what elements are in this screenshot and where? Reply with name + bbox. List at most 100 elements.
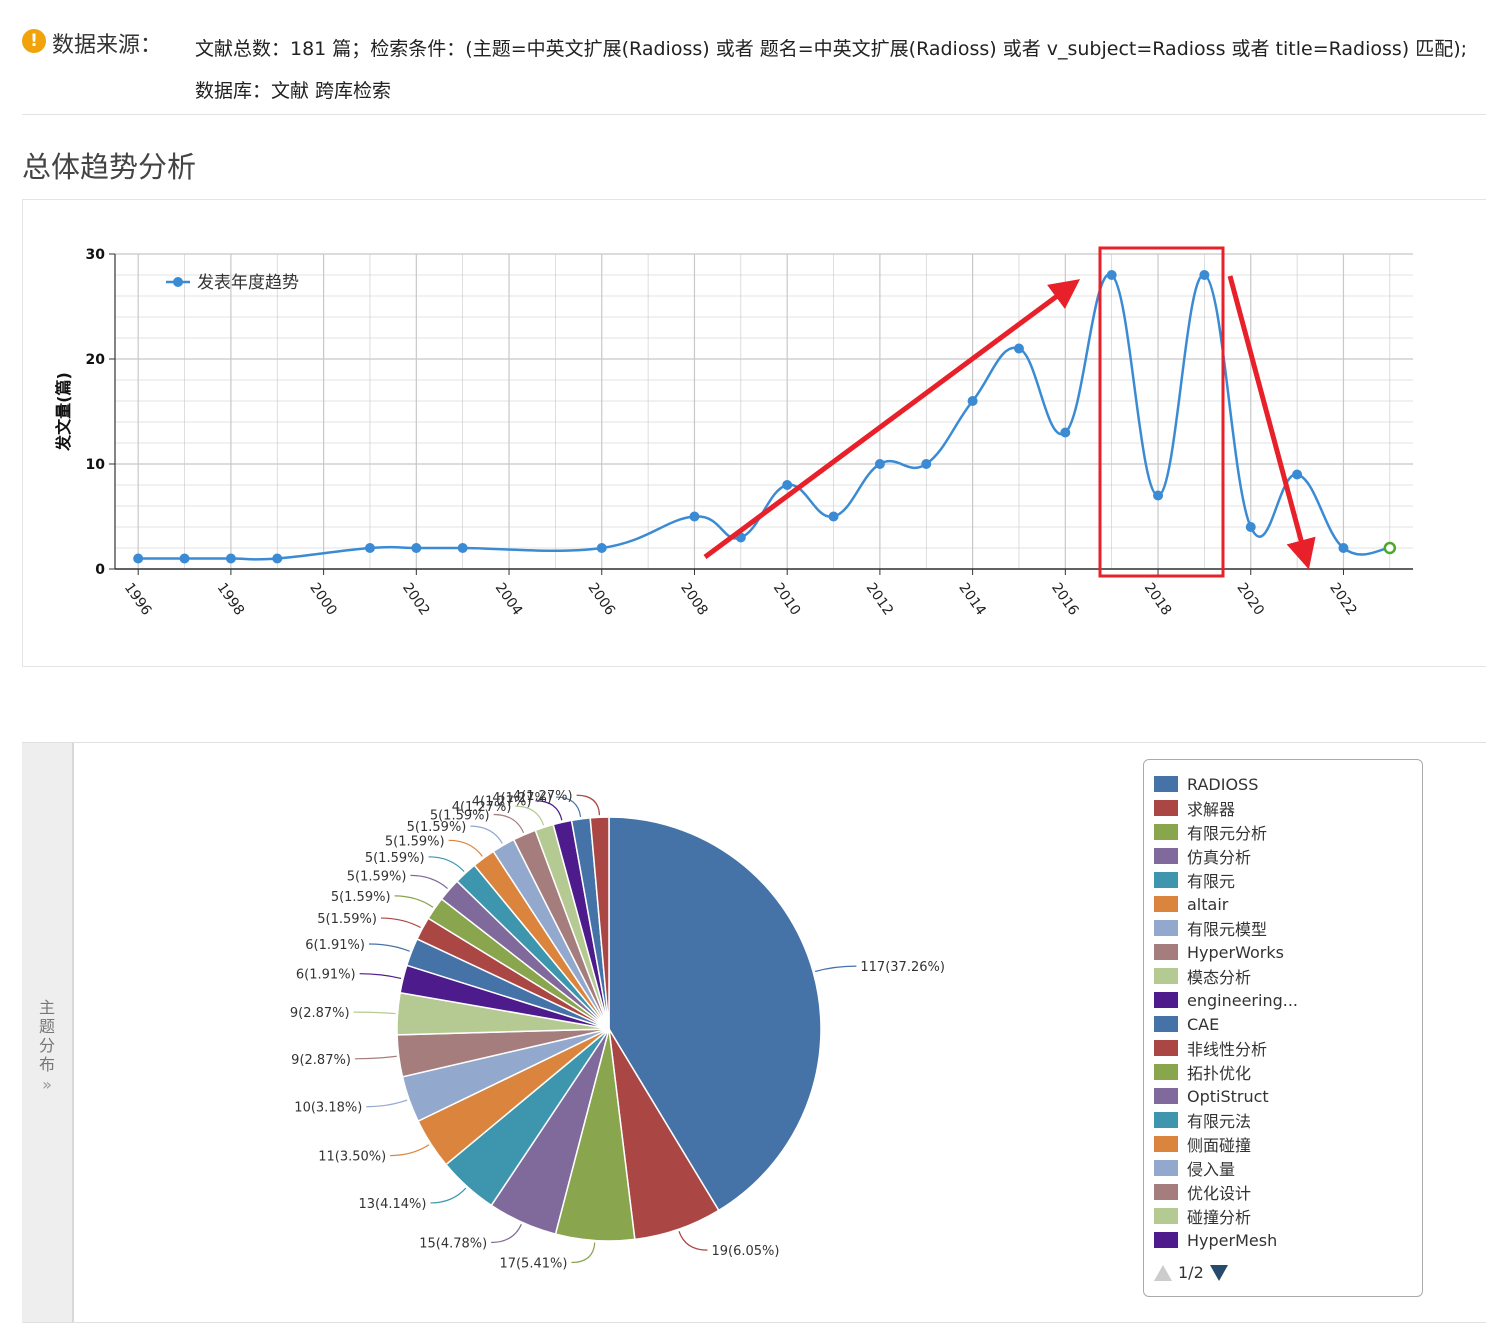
legend-item[interactable]: engineering... <box>1154 988 1416 1012</box>
data-point <box>225 553 236 564</box>
pie-connector <box>380 917 421 929</box>
pie-data-label: 6(1.91%) <box>296 968 356 983</box>
legend-item-label: HyperMesh <box>1187 1230 1278 1250</box>
pie-data-label: 117(37.26%) <box>860 960 945 975</box>
data-point <box>689 511 700 522</box>
pie-data-label: 9(2.87%) <box>291 1053 351 1068</box>
divider <box>22 114 1486 115</box>
pie-data-label: 5(1.59%) <box>331 890 391 905</box>
pie-connector <box>448 839 483 857</box>
legend-item[interactable]: 有限元模型 <box>1154 916 1416 940</box>
pie-chart: 117(37.26%) 19(6.05%) 17(5.41%) 15(4.78%) 13… <box>290 789 945 1271</box>
legend-item[interactable]: 优化设计 <box>1154 1180 1416 1204</box>
pie-connector <box>491 1223 522 1244</box>
legend-item[interactable]: HyperWorks <box>1154 940 1416 964</box>
pie-connector <box>354 1055 397 1060</box>
legend-item[interactable]: 有限元分析 <box>1154 820 1416 844</box>
page-up-icon[interactable] <box>1154 1264 1172 1281</box>
x-tick-label: 2008 <box>677 580 711 618</box>
x-tick-label: 2020 <box>1233 580 1267 618</box>
pie-connector <box>814 965 857 973</box>
y-tick-label: 0 <box>95 562 105 578</box>
data-point <box>1153 490 1164 501</box>
legend-item[interactable]: 拓扑优化 <box>1154 1060 1416 1084</box>
legend-item-label: RADIOSS <box>1187 774 1259 794</box>
data-point <box>272 553 283 564</box>
legend-item[interactable]: 非线性分析 <box>1154 1036 1416 1060</box>
pie-data-label: 9(2.87%) <box>290 1006 350 1021</box>
legend-swatch <box>1154 1088 1178 1104</box>
legend-item-label: 仿真分析 <box>1187 848 1252 867</box>
legend-item-label: 有限元 <box>1187 872 1236 891</box>
legend-item[interactable]: CAE <box>1154 1012 1416 1036</box>
legend-item[interactable]: 有限元法 <box>1154 1108 1416 1132</box>
data-point <box>457 543 468 553</box>
legend-item-label: 非线性分析 <box>1187 1040 1268 1059</box>
legend-swatch <box>1154 1160 1178 1176</box>
legend-item-label: altair <box>1187 894 1229 914</box>
pie-connector <box>353 1011 396 1015</box>
data-point <box>411 543 422 553</box>
legend-item[interactable]: 仿真分析 <box>1154 844 1416 868</box>
x-tick-label: 2006 <box>584 580 618 618</box>
legend-swatch <box>1154 1112 1178 1128</box>
legend-swatch <box>1154 896 1178 912</box>
legend-item-label: 有限元模型 <box>1187 920 1268 939</box>
legend-swatch <box>1154 968 1178 984</box>
data-point <box>1383 541 1397 555</box>
y-axis-label: 发文量(篇) <box>54 372 73 452</box>
legend-swatch <box>1154 800 1178 816</box>
x-tick-label: 2000 <box>306 580 340 618</box>
legend-item[interactable] <box>1154 1252 1416 1254</box>
legend-item[interactable]: OptiStruct <box>1154 1084 1416 1108</box>
pie-connector <box>410 874 448 889</box>
legend-item[interactable]: 求解器 <box>1154 796 1416 820</box>
legend-item[interactable]: RADIOSS <box>1154 772 1416 796</box>
legend-item[interactable]: altair <box>1154 892 1416 916</box>
data-point <box>1292 469 1303 480</box>
legend-item[interactable]: 侧面碰撞 <box>1154 1132 1416 1156</box>
pie-data-label: 5(1.59%) <box>385 834 445 849</box>
legend-swatch <box>1154 1208 1178 1224</box>
pie-connector <box>470 825 503 844</box>
legend-item-label: engineering... <box>1187 990 1298 1010</box>
legend-label: 发表年度趋势 <box>197 273 299 293</box>
legend-item[interactable]: HyperMesh <box>1154 1228 1416 1252</box>
legend-pager: 1/2 <box>1154 1263 1228 1282</box>
x-tick-label: 2016 <box>1048 580 1082 618</box>
legend-swatch <box>1154 1064 1178 1080</box>
data-point <box>364 543 375 553</box>
pie-data-label: 5(1.59%) <box>317 912 377 927</box>
trend-chart: 0 10 20 30 1996 1998 2000 2002 2004 2006 2008 2010 2… <box>54 246 1413 619</box>
data-point <box>1013 343 1024 354</box>
pie-connector <box>366 1099 408 1108</box>
data-point <box>874 459 885 469</box>
legend-item-label: 侧面碰撞 <box>1187 1136 1252 1155</box>
legend-swatch <box>1154 920 1178 936</box>
data-point <box>1060 427 1071 438</box>
legend-swatch <box>1154 1040 1178 1056</box>
legend-item[interactable]: 侵入量 <box>1154 1156 1416 1180</box>
data-point <box>1245 522 1256 532</box>
annotation-arrow-down <box>1227 275 1316 570</box>
x-tick-label: 2004 <box>492 580 526 618</box>
legend-item-label: 优化设计 <box>1187 1184 1252 1203</box>
legend-item[interactable]: 模态分析 <box>1154 964 1416 988</box>
page-down-icon[interactable] <box>1209 1264 1228 1281</box>
legend-item[interactable]: 有限元 <box>1154 868 1416 892</box>
pie-connector <box>678 1231 708 1251</box>
data-point <box>1106 270 1117 280</box>
pie-data-label: 17(5.41%) <box>499 1256 567 1271</box>
legend-marker-icon <box>173 277 183 287</box>
annotation-arrow-up <box>703 279 1081 560</box>
data-source-label: 数据来源： <box>52 33 163 58</box>
legend-item[interactable]: 碰撞分析 <box>1154 1204 1416 1228</box>
pie-connector <box>394 895 434 908</box>
topic-distribution-panel: 主题分布 » 117(37.26%) 19(6.05%) 17(5.41%) 15(4… <box>22 742 1486 1323</box>
legend-swatch <box>1154 1016 1178 1032</box>
data-point <box>179 553 190 564</box>
pie-data-label: 5(1.59%) <box>347 869 407 884</box>
legend-swatch <box>1154 1184 1178 1200</box>
legend-item-label: 侵入量 <box>1187 1160 1236 1179</box>
legend-swatch <box>1154 1136 1178 1152</box>
